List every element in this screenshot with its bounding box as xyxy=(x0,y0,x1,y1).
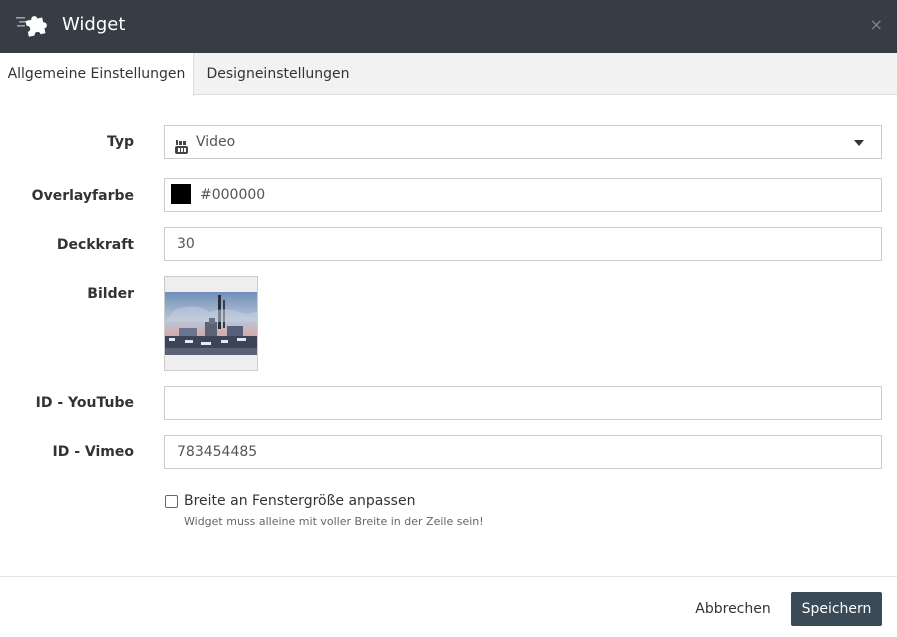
vimeo-id-label: ID - Vimeo xyxy=(52,444,134,460)
caret-down-icon xyxy=(854,140,864,146)
fullwidth-checkbox[interactable] xyxy=(165,495,178,508)
youtube-icon xyxy=(175,134,188,154)
overlay-color-value: #000000 xyxy=(200,187,266,203)
overlay-color-label: Overlayfarbe xyxy=(31,188,134,204)
puzzle-piece-icon xyxy=(16,12,50,38)
youtube-id-input[interactable] xyxy=(164,386,882,420)
vimeo-id-input[interactable]: 783454485 xyxy=(164,435,882,469)
overlay-color-field[interactable]: #000000 xyxy=(164,178,882,212)
cancel-button[interactable]: Abbrechen xyxy=(688,598,778,620)
images-label: Bilder xyxy=(87,286,134,302)
tab-general-settings[interactable]: Allgemeine Einstellungen xyxy=(0,53,194,96)
save-button[interactable]: Speichern xyxy=(791,592,882,626)
vimeo-id-value: 783454485 xyxy=(177,444,258,460)
close-icon[interactable]: × xyxy=(870,16,883,34)
opacity-input[interactable]: 30 xyxy=(164,227,882,261)
type-select[interactable]: Video xyxy=(164,125,882,159)
power-plant-image xyxy=(165,292,257,355)
type-label: Typ xyxy=(106,134,134,150)
image-thumbnail[interactable] xyxy=(164,276,258,371)
tab-bar: Allgemeine Einstellungen Designeinstellu… xyxy=(0,53,897,96)
color-swatch[interactable] xyxy=(171,184,191,204)
footer-divider xyxy=(0,576,897,577)
youtube-id-label: ID - YouTube xyxy=(35,395,134,411)
dialog-header: Widget × xyxy=(0,0,897,53)
type-select-value: Video xyxy=(196,134,236,150)
dialog-title: Widget xyxy=(62,14,126,35)
tab-design-settings[interactable]: Designeinstellungen xyxy=(194,53,362,95)
opacity-label: Deckkraft xyxy=(56,237,134,253)
fullwidth-help-text: Widget muss alleine mit voller Breite in… xyxy=(184,515,484,528)
opacity-value: 30 xyxy=(177,236,195,252)
fullwidth-checkbox-label[interactable]: Breite an Fenstergröße anpassen xyxy=(184,492,415,510)
